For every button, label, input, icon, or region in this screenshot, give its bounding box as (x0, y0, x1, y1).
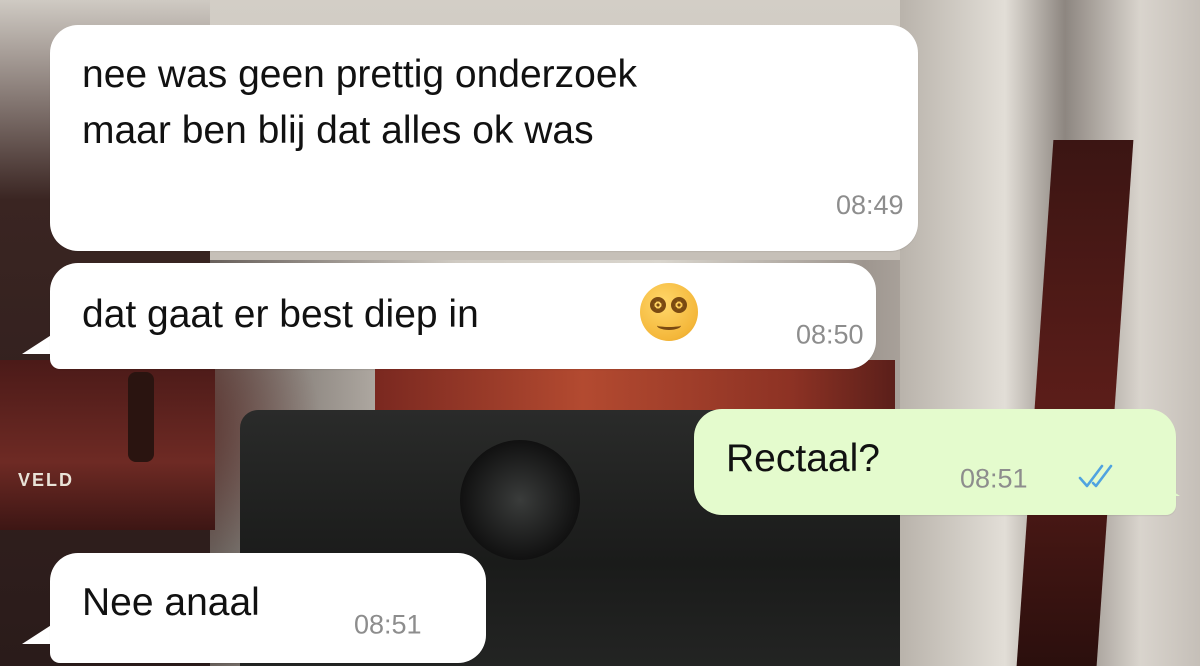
message-bubble-incoming[interactable]: Nee anaal 08:51 (50, 553, 486, 663)
message-text: dat gaat er best diep in (82, 293, 479, 336)
message-text: nee was geen prettig onderzoek maar ben … (82, 47, 637, 159)
chat-window: VELD nee was geen prettig onderzoek maar… (0, 0, 1200, 666)
message-timestamp: 08:51 (960, 463, 1028, 494)
message-timestamp: 08:51 (354, 609, 422, 640)
emoji-mouth (657, 321, 681, 330)
message-bubble-outgoing[interactable]: Rectaal? 08:51 (694, 409, 1176, 515)
background-camera-lens (460, 440, 580, 560)
message-text: Nee anaal (82, 581, 260, 624)
double-check-icon (1078, 464, 1113, 488)
message-timestamp: 08:50 (796, 319, 864, 350)
message-line: maar ben blij dat alles ok was (82, 109, 594, 152)
message-bubble-incoming[interactable]: nee was geen prettig onderzoek maar ben … (50, 25, 918, 251)
background-jersey-text: VELD (18, 470, 75, 490)
background-jersey (0, 360, 215, 530)
message-line: nee was geen prettig onderzoek (82, 53, 638, 96)
message-text: Rectaal? (726, 437, 880, 480)
message-bubble-incoming[interactable]: dat gaat er best diep in 08:50 (50, 263, 876, 369)
emoji-eye (650, 297, 666, 313)
background-strap (128, 372, 154, 462)
emoji-eye (671, 297, 687, 313)
dizzy-face-emoji-icon (640, 283, 698, 341)
message-timestamp: 08:49 (836, 190, 904, 220)
